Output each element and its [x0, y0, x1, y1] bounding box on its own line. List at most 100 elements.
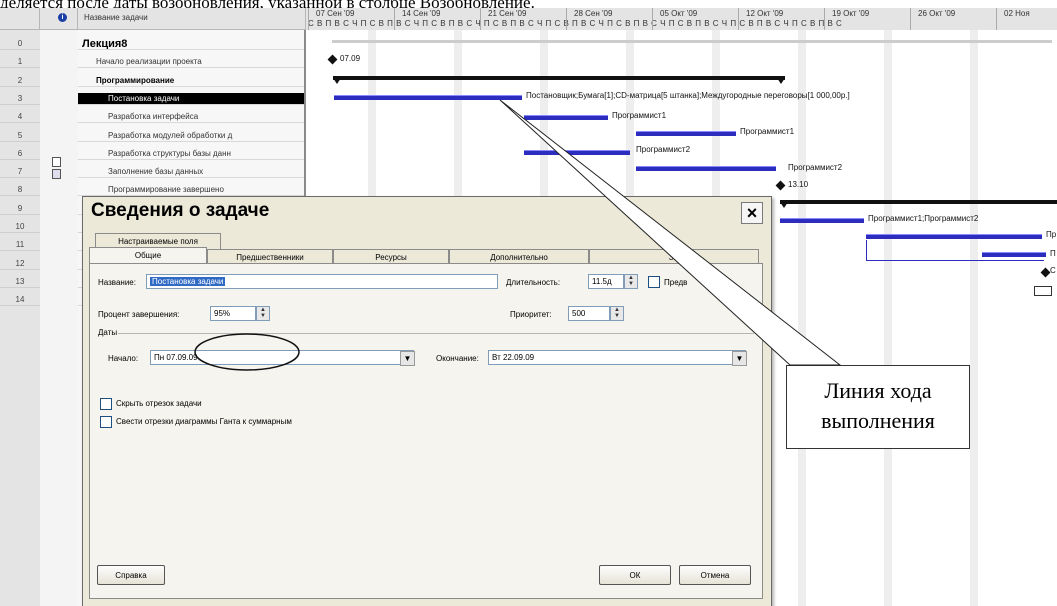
summary-end-marker	[777, 78, 785, 84]
task-row[interactable]: Разработка модулей обработки д	[78, 130, 304, 142]
task4-bar[interactable]	[524, 115, 608, 120]
estimated-checkbox[interactable]	[648, 276, 660, 288]
row-number[interactable]: 7	[0, 166, 40, 179]
week-label: 12 Окт '09	[746, 9, 784, 18]
milestone-end[interactable]	[775, 180, 786, 191]
priority-input[interactable]: 500	[568, 306, 610, 321]
finish-date-label: Окончание:	[436, 354, 479, 363]
dates-group-line	[118, 333, 754, 334]
name-input[interactable]: Постановка задачи	[146, 274, 498, 289]
row-number[interactable]: 5	[0, 130, 40, 142]
task-row[interactable]: Заполнение базы данных	[78, 166, 304, 179]
indicators-header[interactable]: i	[40, 8, 78, 30]
week-label: 19 Окт '09	[832, 9, 870, 18]
estimated-label: Предв	[664, 278, 688, 287]
row-number[interactable]: 9	[0, 203, 40, 215]
dialog-title: Сведения о задаче	[91, 200, 270, 221]
row-number[interactable]: 8	[0, 184, 40, 197]
duration-input[interactable]: 11.5д	[588, 274, 624, 289]
weekend-stripe	[798, 30, 806, 606]
percent-complete-spinner[interactable]: ▲ ▼	[256, 306, 270, 321]
row-number[interactable]: 0	[0, 38, 40, 50]
row-number[interactable]: 13	[0, 276, 40, 288]
name-value: Постановка задачи	[150, 277, 226, 286]
summary-bar-row10[interactable]	[780, 200, 1057, 204]
collapsed-marker	[1034, 286, 1052, 296]
finish-date-input[interactable]: Вт 22.09.09	[488, 350, 746, 365]
row-number[interactable]: 6	[0, 148, 40, 160]
task7-bar[interactable]	[636, 166, 776, 171]
task-row[interactable]: Лекция8	[78, 38, 304, 50]
milestone-end-label: 13.10	[788, 180, 809, 189]
calendar-icon	[52, 169, 61, 179]
duration-spinner[interactable]: ▲ ▼	[624, 274, 638, 289]
start-date-label: Начало:	[108, 354, 139, 363]
start-date-dropdown[interactable]: ▼	[400, 351, 415, 366]
task11-resource-label: Программист1;Программист2	[868, 214, 979, 223]
task-row[interactable]: Программирование	[78, 75, 304, 87]
dependency-line	[866, 260, 1044, 261]
summary-start-marker	[780, 202, 788, 208]
weekend-stripe	[970, 30, 978, 606]
dependency-line	[866, 240, 867, 260]
task5-resource-label: Программист1	[740, 127, 795, 136]
task-row[interactable]: Начало реализации проекта	[78, 56, 304, 69]
task6-bar[interactable]	[524, 150, 630, 155]
row-number[interactable]: 3	[0, 93, 40, 105]
row-number[interactable]: 14	[0, 294, 40, 307]
task13-bar[interactable]	[982, 252, 1046, 257]
task-row[interactable]: Постановка задачи	[78, 92, 304, 105]
row-number[interactable]: 10	[0, 221, 40, 233]
week-label: 28 Сен '09	[574, 9, 613, 18]
programming-summary-bar[interactable]	[333, 76, 785, 80]
row-number[interactable]: 2	[0, 75, 40, 87]
week-divider	[308, 8, 309, 30]
milestone-start-label: 07.09	[340, 54, 361, 63]
timescale: С В П В С Ч П С В П В С Ч П С В П В С Ч …	[306, 8, 1057, 31]
priority-spinner[interactable]: ▲ ▼	[610, 306, 624, 321]
task12-bar[interactable]	[866, 234, 1042, 239]
dates-group-label: Даты	[98, 328, 118, 337]
rollup-label: Свести отрезки диаграммы Ганта к суммарн…	[116, 417, 292, 426]
week-label: 14 Сен '09	[402, 9, 441, 18]
start-date-input[interactable]: Пн 07.09.09	[150, 350, 414, 365]
percent-complete-input[interactable]: 95%	[210, 306, 256, 321]
row-number[interactable]: 11	[0, 239, 40, 252]
week-divider	[738, 8, 739, 30]
week-divider	[824, 8, 825, 30]
ok-button[interactable]: ОК	[599, 565, 671, 585]
cancel-button[interactable]: Отмена	[679, 565, 751, 585]
task-row[interactable]: Разработка интерфейса	[78, 111, 304, 124]
hide-bar-checkbox[interactable]	[100, 398, 112, 410]
task3-resources-label: Постановщик;Бумага[1];CD-матрица[5 штанк…	[526, 91, 850, 100]
task5-bar[interactable]	[636, 131, 736, 136]
duration-label: Длительность:	[506, 278, 561, 287]
row-number[interactable]: 1	[0, 56, 40, 69]
week-label: 26 Окт '09	[918, 9, 956, 18]
rollup-checkbox[interactable]	[100, 416, 112, 428]
task3-bar[interactable]	[334, 95, 522, 100]
task-row[interactable]: Программирование завершено	[78, 184, 304, 197]
help-button[interactable]: Справка	[97, 565, 165, 585]
finish-date-dropdown[interactable]: ▼	[732, 351, 747, 366]
row-number[interactable]: 12	[0, 258, 40, 270]
milestone-start[interactable]	[327, 54, 338, 65]
row-numbers: 0 1 2 3 4 5 6 7 8 9 10 11 12 13 14	[0, 30, 41, 606]
task-information-dialog: Сведения о задаче × Настраиваемые поля О…	[82, 196, 772, 606]
week-divider	[652, 8, 653, 30]
project-summary-bar[interactable]	[332, 40, 1052, 43]
close-button[interactable]: ×	[741, 202, 763, 224]
select-all-corner[interactable]	[0, 8, 40, 30]
callout-line2: выполнения	[821, 408, 935, 433]
milestone-row14[interactable]	[1040, 267, 1051, 278]
name-label: Название:	[98, 278, 136, 287]
task-name-header[interactable]: Название задачи	[78, 8, 306, 30]
info-icon: i	[58, 13, 67, 22]
dialog-titlebar[interactable]: Сведения о задаче ×	[83, 197, 771, 227]
week-divider	[566, 8, 567, 30]
timescale-days: С В П В С Ч П С В П В С Ч П С В П В С Ч …	[308, 19, 843, 28]
row-number[interactable]: 4	[0, 111, 40, 124]
task-row[interactable]: Разработка структуры базы данн	[78, 148, 304, 160]
task11-bar[interactable]	[780, 218, 864, 223]
week-divider	[480, 8, 481, 30]
